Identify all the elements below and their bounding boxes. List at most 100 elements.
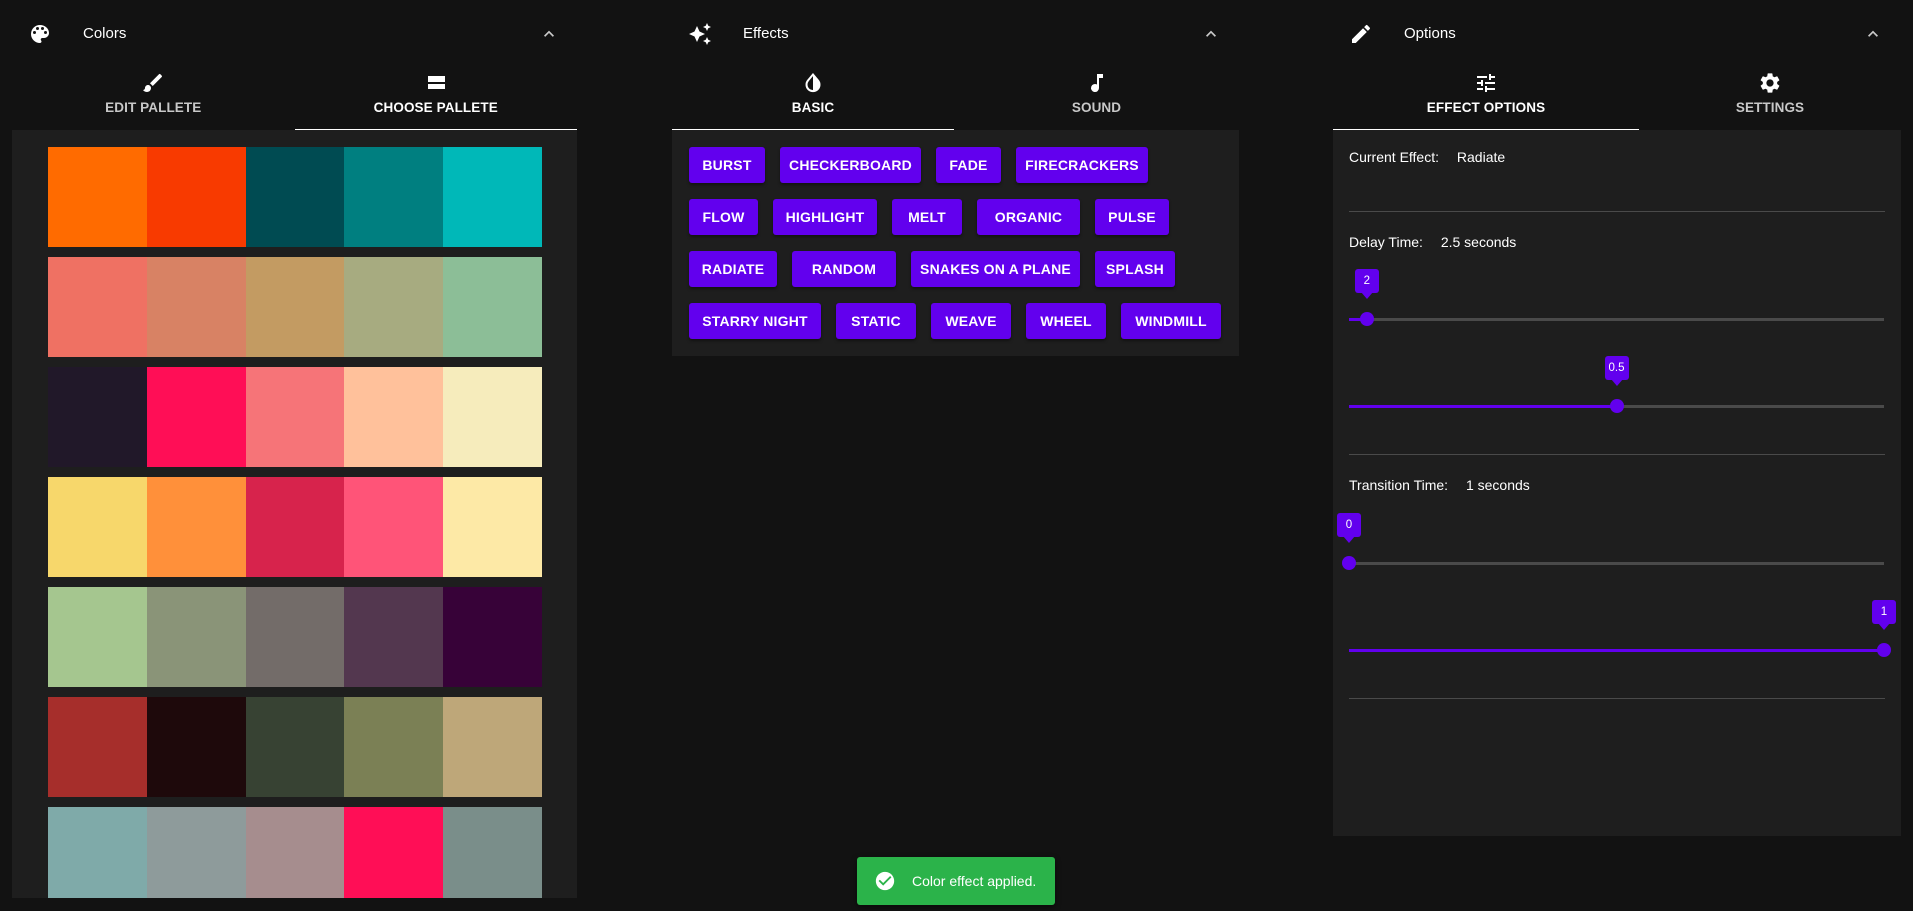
color-swatch <box>245 367 345 467</box>
color-swatch <box>245 587 345 687</box>
chevron-up-icon[interactable] <box>1863 24 1883 44</box>
tab-sound[interactable]: SOUND <box>954 68 1239 130</box>
slider-fill <box>1349 649 1884 652</box>
transition-fraction-slider[interactable]: 1 <box>1349 600 1896 662</box>
divider <box>1349 698 1885 699</box>
effects-header[interactable]: Effects <box>672 0 1239 68</box>
transition-time-value: 1 seconds <box>1465 477 1530 493</box>
palette-row[interactable] <box>48 477 542 577</box>
gear-icon <box>1760 73 1780 93</box>
color-swatch <box>146 477 246 577</box>
effect-button-fade[interactable]: FADE <box>936 147 1001 183</box>
music-note-icon <box>1090 74 1103 93</box>
effects-title: Effects <box>743 25 789 42</box>
effects-panel: Effects BASIC SOUND BURST CHECKERBOARD FAD… <box>672 0 1239 356</box>
current-effect-label: Current Effect: <box>1349 149 1440 165</box>
effect-button-melt[interactable]: MELT <box>892 199 962 235</box>
chevron-up-icon[interactable] <box>1201 24 1221 44</box>
options-header[interactable]: Options <box>1333 0 1901 68</box>
palette-row[interactable] <box>48 367 542 467</box>
color-swatch <box>344 147 444 247</box>
tab-label: EFFECT OPTIONS <box>1426 100 1546 115</box>
effect-button-flow[interactable]: FLOW <box>689 199 758 235</box>
slider-thumb[interactable] <box>1609 399 1624 413</box>
tab-edit-pallete[interactable]: EDIT PALLETE <box>12 68 295 130</box>
slider-value-label: 1 <box>1872 600 1896 630</box>
color-swatch <box>48 147 147 247</box>
toast-notification: Color effect applied. <box>857 857 1055 905</box>
delay-time-row: Delay Time: 2.5 seconds <box>1349 234 1516 250</box>
color-swatch <box>245 477 345 577</box>
color-swatch <box>344 807 444 898</box>
effect-button-firecrackers[interactable]: FIRECRACKERS <box>1016 147 1148 183</box>
effect-button-pulse[interactable]: PULSE <box>1095 199 1169 235</box>
effect-button-wheel[interactable]: WHEEL <box>1026 303 1106 339</box>
effect-button-checkerboard[interactable]: CHECKERBOARD <box>780 147 921 183</box>
slider-thumb[interactable] <box>1342 556 1356 570</box>
colors-title: Colors <box>83 25 127 42</box>
delay-fraction-slider[interactable]: 0.5 <box>1349 356 1884 418</box>
color-swatch <box>443 257 542 357</box>
color-swatch <box>344 257 444 357</box>
color-swatch <box>245 807 345 898</box>
color-swatch <box>48 477 147 577</box>
effects-tabs: BASIC SOUND <box>672 68 1239 131</box>
effect-button-snakes-on-a-plane[interactable]: SNAKES ON A PLANE <box>911 251 1080 287</box>
tab-basic[interactable]: BASIC <box>672 68 954 131</box>
slider-thumb[interactable] <box>1359 312 1374 326</box>
color-swatch <box>48 697 147 797</box>
current-effect-row: Current Effect: Radiate <box>1349 149 1505 165</box>
colors-header[interactable]: Colors <box>12 0 577 68</box>
color-swatch <box>344 477 444 577</box>
transition-seconds-slider[interactable]: 0 <box>1337 513 1884 575</box>
effect-button-random[interactable]: RANDOM <box>792 251 896 287</box>
color-swatch <box>443 697 542 797</box>
effect-button-burst[interactable]: BURST <box>689 147 765 183</box>
contrast-drop-icon <box>805 72 821 93</box>
tab-settings[interactable]: SETTINGS <box>1639 68 1901 130</box>
chevron-up-icon[interactable] <box>539 24 559 44</box>
color-swatch <box>146 807 246 898</box>
effect-button-radiate[interactable]: RADIATE <box>689 251 777 287</box>
color-swatch <box>48 367 147 467</box>
tab-label: EDIT PALLETE <box>105 100 202 115</box>
divider <box>1349 454 1885 455</box>
color-swatch <box>443 587 542 687</box>
palette-row[interactable] <box>48 257 542 357</box>
palette-row[interactable] <box>48 697 542 797</box>
slider-value-label: 0 <box>1337 513 1361 543</box>
effect-button-highlight[interactable]: HIGHLIGHT <box>773 199 877 235</box>
effect-button-windmill[interactable]: WINDMILL <box>1121 303 1221 339</box>
color-swatch <box>245 257 345 357</box>
tab-choose-pallete[interactable]: CHOOSE PALLETE <box>294 68 578 131</box>
toast-message: Color effect applied. <box>912 873 1037 889</box>
color-swatch <box>48 587 147 687</box>
slider-value-label: 2 <box>1354 269 1379 299</box>
palette-icon <box>31 25 49 43</box>
pencil-icon <box>1352 24 1371 43</box>
color-swatch <box>146 367 246 467</box>
color-swatch <box>443 477 542 577</box>
delay-seconds-slider[interactable]: 2 <box>1349 269 1884 331</box>
slider-rail <box>1349 318 1884 321</box>
color-swatch <box>344 587 444 687</box>
delay-time-label: Delay Time: <box>1349 234 1423 250</box>
color-swatch <box>48 807 147 898</box>
effect-button-starry-night[interactable]: STARRY NIGHT <box>689 303 821 339</box>
color-swatch <box>344 697 444 797</box>
tab-label: BASIC <box>791 100 835 115</box>
slider-thumb[interactable] <box>1877 643 1891 657</box>
tab-effect-options[interactable]: EFFECT OPTIONS <box>1333 68 1639 131</box>
effect-button-organic[interactable]: ORGANIC <box>977 199 1080 235</box>
effect-button-weave[interactable]: WEAVE <box>931 303 1011 339</box>
palette-row[interactable] <box>48 147 542 247</box>
effect-button-static[interactable]: STATIC <box>836 303 916 339</box>
view-stream-icon <box>427 76 445 89</box>
color-swatch <box>48 257 147 357</box>
palette-row[interactable] <box>48 587 542 687</box>
palette-row[interactable] <box>48 807 542 898</box>
effect-button-splash[interactable]: SPLASH <box>1095 251 1175 287</box>
options-tabs: EFFECT OPTIONS SETTINGS <box>1333 68 1901 131</box>
colors-tabs: EDIT PALLETE CHOOSE PALLETE <box>12 68 578 131</box>
color-swatch <box>146 587 246 687</box>
